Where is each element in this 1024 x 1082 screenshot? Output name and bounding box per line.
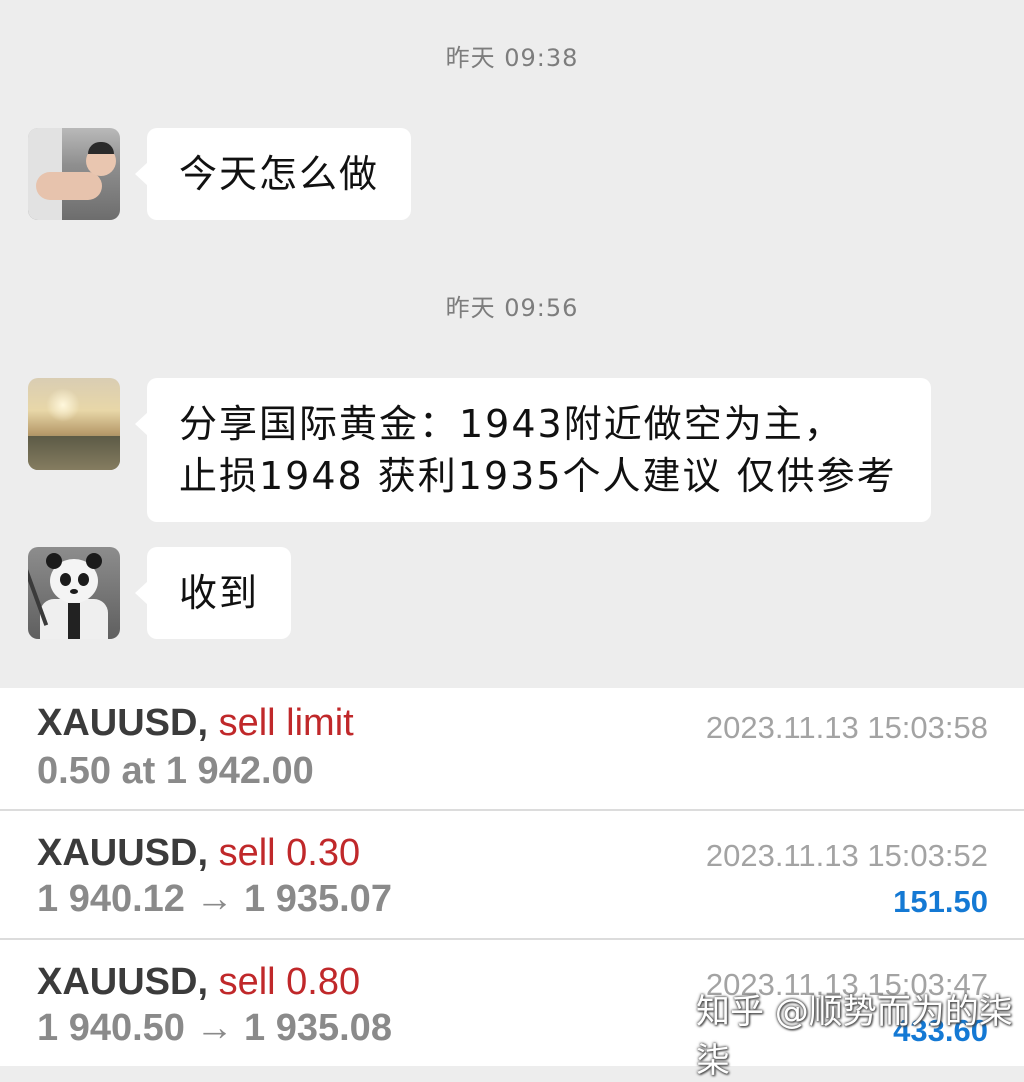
message-text-line: 止损1948 获利1935个人建议 仅供参考 <box>179 454 897 498</box>
trade-symbol-line: XAUUSD, sell 0.80 <box>37 961 360 1004</box>
message-timestamp: 昨天 09:38 <box>445 44 579 72</box>
message-text-line: 收到 <box>179 571 260 615</box>
trade-symbol: XAUUSD, <box>37 961 209 1003</box>
chat-message: 收到 <box>28 547 292 639</box>
message-text-line: 分享国际黄金：1943附近做空为主， <box>179 402 844 446</box>
chat-panel: 昨天 09:38 今天怎么做 昨天 09:56 分享国际黄金：1943附近做空为… <box>0 0 1024 688</box>
message-bubble[interactable]: 今天怎么做 <box>134 128 412 220</box>
trade-detail: 1 940.50 → 1 935.08 <box>37 1007 392 1049</box>
trade-type: sell 0.80 <box>218 961 361 1003</box>
trade-detail: 1 940.12 → 1 935.07 <box>37 878 392 920</box>
trade-detail: 0.50 at 1 942.00 <box>37 750 314 792</box>
message-timestamp: 昨天 09:56 <box>445 294 579 322</box>
message-bubble[interactable]: 分享国际黄金：1943附近做空为主， 止损1948 获利1935个人建议 仅供参… <box>135 378 931 522</box>
divider <box>0 938 1024 940</box>
trade-symbol-line: XAUUSD, sell limit <box>37 702 354 745</box>
watermark: 知乎 @顺势而为的柒柒 <box>696 992 1013 1081</box>
trade-type: sell limit <box>218 702 354 744</box>
trade-time: 2023.11.13 15:03:58 <box>705 710 988 745</box>
trade-symbol: XAUUSD, <box>37 702 209 744</box>
trade-row[interactable]: XAUUSD, sell 0.30 1 940.12 → 1 935.07 20… <box>0 812 1024 938</box>
trade-time: 2023.11.13 15:03:52 <box>705 838 988 873</box>
trade-symbol-line: XAUUSD, sell 0.30 <box>37 832 360 875</box>
baby-photo-avatar[interactable] <box>28 128 120 220</box>
panda-avatar[interactable] <box>28 547 120 639</box>
message-text-line: 今天怎么做 <box>179 152 380 196</box>
trade-row[interactable]: XAUUSD, sell limit 0.50 at 1 942.00 2023… <box>0 688 1024 808</box>
sunset-landscape-avatar[interactable] <box>28 378 120 470</box>
divider <box>0 809 1024 811</box>
trade-type: sell 0.30 <box>218 832 361 874</box>
trade-profit: 151.50 <box>893 884 988 919</box>
chat-message: 分享国际黄金：1943附近做空为主， 止损1948 获利1935个人建议 仅供参… <box>28 378 931 522</box>
chat-message: 今天怎么做 <box>28 128 412 220</box>
trade-symbol: XAUUSD, <box>37 832 209 874</box>
message-bubble[interactable]: 收到 <box>134 547 292 639</box>
